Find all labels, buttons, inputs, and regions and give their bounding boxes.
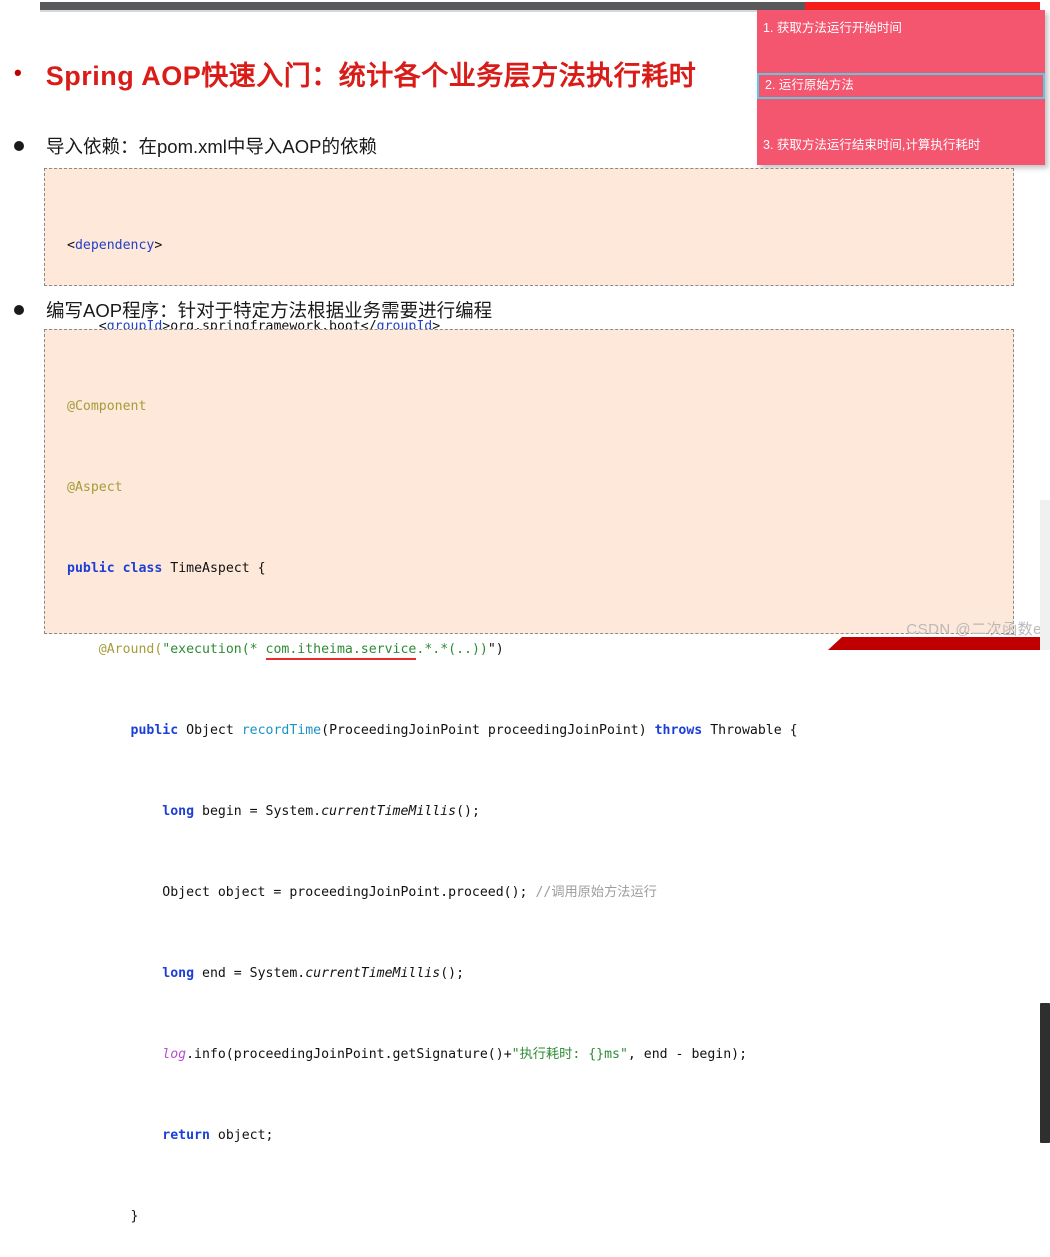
code-line: public class TimeAspect { <box>45 555 1013 582</box>
proceed-statement: Object object = proceedingJoinPoint.proc… <box>162 885 528 900</box>
csdn-watermark: CSDN @二次函数e <box>906 621 1042 638</box>
bullet-item-2-label: 编写AOP程序：针对于特定方法根据业务需要进行编程 <box>46 300 493 321</box>
code-block-java: @Component @Aspect public class TimeAspe… <box>44 329 1014 1224</box>
bullet-item-2: 编写AOP程序：针对于特定方法根据业务需要进行编程 <box>14 297 492 323</box>
log-info-call: .info(proceedingJoinPoint.getSignature()… <box>186 1047 512 1062</box>
kw-long: long <box>162 966 195 981</box>
bullet-dot-icon <box>14 305 24 315</box>
return-value: object; <box>217 1128 274 1143</box>
end-assignment: end = System. <box>202 966 306 981</box>
step-item-3[interactable]: 3. 获取方法运行结束时间,计算执行耗时 <box>757 133 1045 159</box>
log-args: , end - begin); <box>627 1047 748 1062</box>
code-line: long end = System.currentTimeMillis(); <box>45 960 1013 987</box>
code-line: Object object = proceedingJoinPoint.proc… <box>45 879 1013 906</box>
title-bullet-dot: • <box>14 60 22 85</box>
step-item-1-label: 1. 获取方法运行开始时间 <box>763 21 902 36</box>
slide-title-row: • Spring AOP快速入门：统计各个业务层方法执行耗时 <box>0 48 760 98</box>
code-block-xml: <dependency> <groupId>org.springframewor… <box>44 168 1014 496</box>
top-bar-gray-segment <box>40 2 805 10</box>
code-line: <dependency> <box>67 238 163 253</box>
bullet-item-1-label: 导入依赖：在pom.xml中导入AOP的依赖 <box>46 136 377 157</box>
code-line: long begin = System.currentTimeMillis(); <box>45 798 1013 825</box>
code-line: @Component <box>45 393 1013 420</box>
bottom-red-ribbon <box>828 637 1050 650</box>
call-currenttimemillis: currentTimeMillis <box>321 804 457 819</box>
log-identifier: log <box>162 1047 187 1062</box>
method-recordtime: recordTime <box>241 723 322 738</box>
vertical-scrollbar-track[interactable] <box>1040 500 1050 1143</box>
kw-public: public <box>130 723 179 738</box>
stmt-end: (); <box>440 966 465 981</box>
kw-class: class <box>122 561 163 576</box>
java-annotation-aspect: @Aspect <box>67 480 123 495</box>
log-format-string: "执行耗时: {}ms" <box>511 1047 628 1062</box>
code-line: } <box>45 1203 1013 1230</box>
type-object: Object <box>186 723 234 738</box>
class-name-timeaspect: TimeAspect { <box>170 561 266 576</box>
vertical-scrollbar-thumb[interactable] <box>1040 1003 1050 1143</box>
bullet-item-1: 导入依赖：在pom.xml中导入AOP的依赖 <box>14 133 377 159</box>
step-item-3-label: 3. 获取方法运行结束时间,计算执行耗时 <box>763 138 981 153</box>
steps-panel: 1. 获取方法运行开始时间 2. 运行原始方法 3. 获取方法运行结束时间,计算… <box>757 10 1045 165</box>
code-line: log.info(proceedingJoinPoint.getSignatur… <box>45 1041 1013 1068</box>
step-item-2-highlighted[interactable]: 2. 运行原始方法 <box>757 73 1045 99</box>
xml-tag-dependency-open: dependency <box>74 238 155 253</box>
top-bar-red-segment <box>805 2 1040 10</box>
code-line: @Aspect <box>45 474 1013 501</box>
inline-comment: //调用原始方法运行 <box>535 885 657 900</box>
stmt-end: (); <box>456 804 480 819</box>
kw-throws: throws <box>654 723 703 738</box>
call-currenttimemillis: currentTimeMillis <box>305 966 441 981</box>
closing-brace: } <box>130 1209 139 1224</box>
bullet-dot-icon <box>14 141 24 151</box>
kw-return: return <box>162 1128 210 1143</box>
kw-public: public <box>67 561 115 576</box>
page-title: Spring AOP快速入门：统计各个业务层方法执行耗时 <box>45 60 697 91</box>
type-throwable: Throwable { <box>710 723 798 738</box>
code-line: return object; <box>45 1122 1013 1149</box>
step-item-1[interactable]: 1. 获取方法运行开始时间 <box>757 16 1045 42</box>
kw-long: long <box>162 804 195 819</box>
java-annotation-component: @Component <box>67 399 147 414</box>
method-params: (ProceedingJoinPoint proceedingJoinPoint… <box>321 723 647 738</box>
step-item-2-label: 2. 运行原始方法 <box>765 78 854 93</box>
code-line: public Object recordTime(ProceedingJoinP… <box>45 717 1013 744</box>
around-package-underlined: com.itheima.service <box>265 642 417 660</box>
begin-assignment: begin = System. <box>202 804 322 819</box>
